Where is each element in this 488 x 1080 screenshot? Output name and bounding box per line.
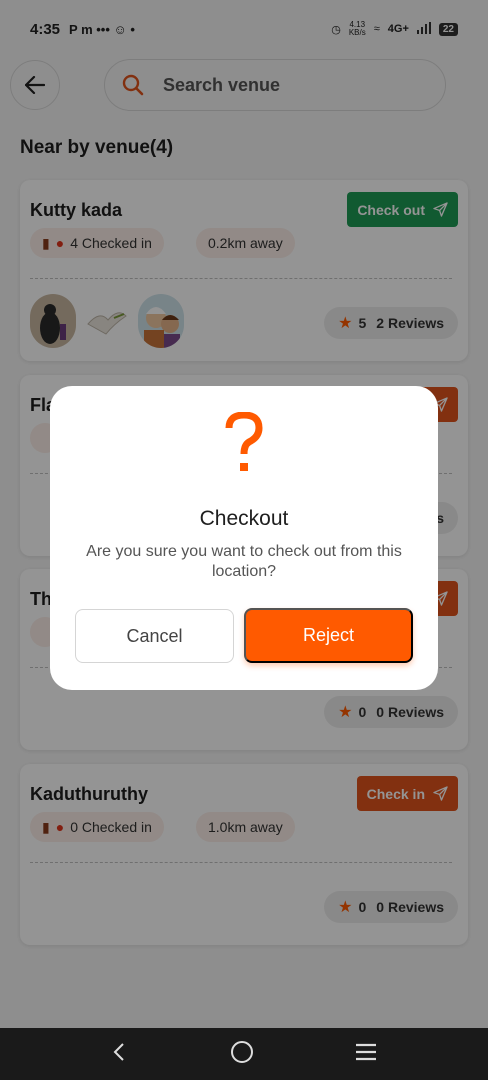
reject-button[interactable]: Reject [244, 608, 413, 663]
dialog-title: Checkout [199, 507, 289, 530]
system-nav-bar [0, 1028, 488, 1080]
nav-home-icon[interactable] [230, 1040, 254, 1069]
nav-recents-icon[interactable] [354, 1042, 378, 1067]
dialog-message: Are you sure you want to check out from … [86, 543, 402, 580]
cancel-button[interactable]: Cancel [75, 609, 234, 663]
question-mark-icon [0, 411, 488, 479]
nav-back-icon[interactable] [110, 1042, 130, 1067]
